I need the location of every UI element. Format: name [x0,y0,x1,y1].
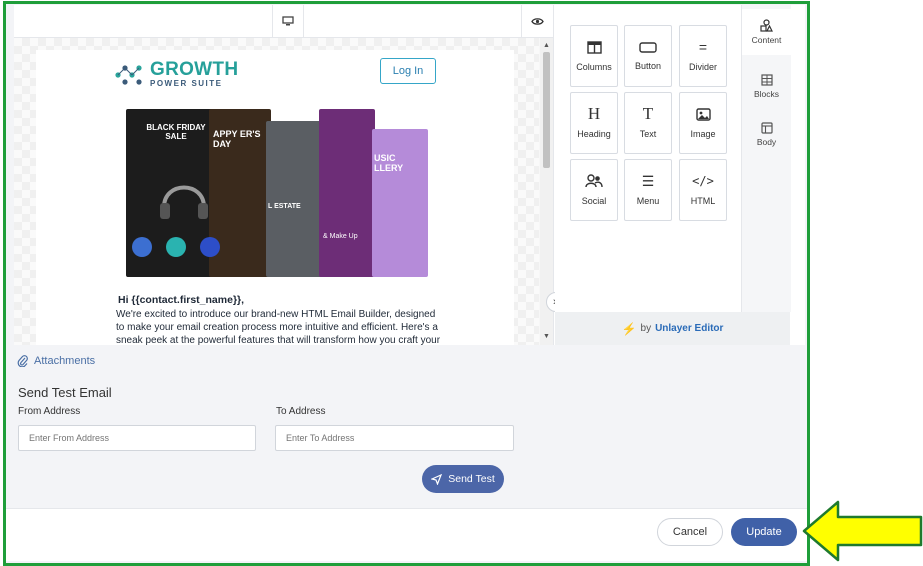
hero-card-text: APPY ER'S DAY [213,129,261,149]
tool-label: Divider [688,62,717,72]
tool-heading[interactable]: H Heading [570,92,618,154]
scrollbar-thumb[interactable] [543,52,550,168]
heading-icon: H [587,104,601,123]
tool-label: Social [581,196,607,206]
shapes-icon [760,19,773,32]
login-button-preview[interactable]: Log In [380,58,436,84]
preview-toolbar [14,5,553,38]
branding-by: by [640,323,652,334]
tool-image[interactable]: Image [679,92,727,154]
tool-label: Image [690,128,716,139]
tool-label: Button [634,60,662,71]
hero-card-text: & Make Up [323,233,358,240]
preview-pane: GROWTH POWER SUITE Log In BLACK FRIDAY S… [14,5,554,345]
tab-content[interactable]: Content [742,9,791,55]
color-headphones-icon [132,237,220,257]
eye-icon [531,17,544,25]
yellow-arrow-icon [802,500,923,562]
email-canvas[interactable]: GROWTH POWER SUITE Log In BLACK FRIDAY S… [14,38,539,345]
hero-card [372,129,428,277]
paperclip-icon [17,355,28,367]
blocks-icon [760,73,773,86]
hero-card [319,109,375,277]
branding-name: Unlayer Editor [655,323,724,334]
tool-label: Columns [576,61,612,72]
tool-label: HTML [690,196,716,206]
email-body: GROWTH POWER SUITE Log In BLACK FRIDAY S… [36,50,514,345]
logo-name: GROWTH [150,59,239,80]
send-icon [431,473,443,485]
from-address-label: From Address [18,406,81,417]
image-icon [695,107,711,121]
divider-icon: = [698,39,708,55]
hero-image: BLACK FRIDAY SALE APPY ER'S DAY L ESTATE… [116,101,436,279]
desktop-view-button[interactable] [272,5,304,37]
editor-tabs: Content Blocks Body [741,5,791,312]
tab-blocks[interactable]: Blocks [742,63,791,109]
text-icon: T [642,104,654,123]
send-test-button[interactable]: Send Test [422,465,504,493]
update-button[interactable]: Update [731,518,797,546]
lightning-icon: ⚡ [621,321,637,336]
social-icon [585,174,603,188]
columns-icon [586,40,602,54]
hero-card-text: BLACK FRIDAY SALE [146,123,206,141]
hero-card-text: USIC LLERY [374,153,404,173]
tab-label: Blocks [753,88,780,99]
tool-html[interactable]: </> HTML [679,159,727,221]
tool-label: Menu [636,196,660,206]
scroll-down-icon[interactable]: ▼ [543,333,550,340]
email-editor: GROWTH POWER SUITE Log In BLACK FRIDAY S… [14,5,805,345]
preview-button[interactable] [521,5,553,37]
intro-paragraph: We're excited to introduce our brand-new… [116,309,441,345]
tool-label: Text [639,129,657,139]
tool-columns[interactable]: Columns [570,25,618,87]
tool-menu[interactable]: ☰ Menu [624,159,672,221]
tool-divider[interactable]: = Divider [679,25,727,87]
body-layout-icon [760,121,773,134]
send-test-label: Send Test [448,473,495,485]
tool-button[interactable]: Button [624,25,672,87]
attachments-label: Attachments [34,355,96,367]
html-icon: </> [692,174,714,188]
hero-card [266,121,324,277]
send-test-title: Send Test Email [18,385,112,400]
to-address-input[interactable] [275,425,514,451]
logo-subtitle: POWER SUITE [150,79,223,88]
tab-body[interactable]: Body [742,111,791,157]
attachments-link[interactable]: Attachments [17,355,95,367]
from-address-input[interactable] [18,425,256,451]
tool-label: Heading [577,129,611,139]
tab-label: Content [751,35,782,45]
growth-logo-icon [115,64,142,85]
tab-label: Body [756,136,777,147]
unlayer-branding[interactable]: ⚡ by Unlayer Editor [555,312,790,345]
hero-card-text: L ESTATE [268,203,301,210]
content-tools-panel: Columns Button = Divider H Heading T Tex… [555,5,740,312]
cancel-button[interactable]: Cancel [657,518,723,546]
monitor-icon [282,15,294,25]
to-address-label: To Address [276,406,326,417]
tool-social[interactable]: Social [570,159,618,221]
tool-text[interactable]: T Text [624,92,672,154]
scroll-up-icon[interactable]: ▲ [543,42,550,49]
headphones-icon [160,185,208,219]
menu-icon: ☰ [641,173,655,189]
growth-logo: GROWTH POWER SUITE [114,59,239,88]
button-icon [639,41,657,53]
greeting-text: Hi {{contact.first_name}}, [118,294,245,306]
